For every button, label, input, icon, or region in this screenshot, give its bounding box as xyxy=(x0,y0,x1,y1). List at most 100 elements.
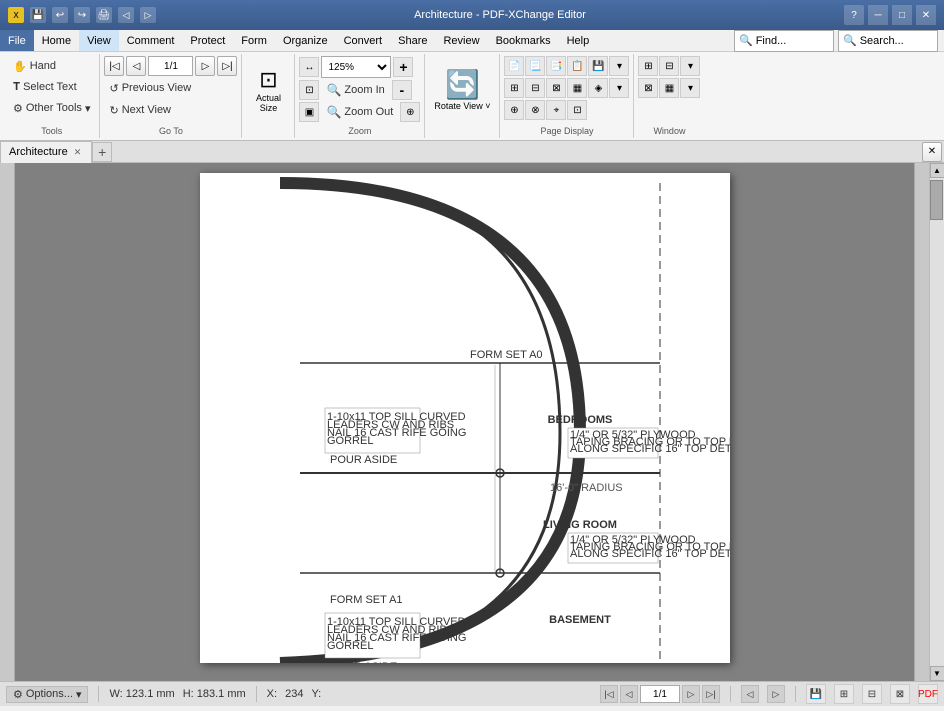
hand-tool-button[interactable]: ✋ Hand xyxy=(8,56,95,76)
help-icon[interactable]: ? xyxy=(844,5,864,25)
status-next-page-btn[interactable]: ▷ xyxy=(682,685,700,703)
actual-size-button[interactable]: ⊡ ActualSize xyxy=(246,56,290,126)
scroll-thumb[interactable] xyxy=(930,180,943,220)
save-icon-btn[interactable]: 💾 xyxy=(588,56,608,76)
other-tools-button[interactable]: ⚙ Other Tools ▾ xyxy=(8,98,95,118)
close-button[interactable]: ✕ xyxy=(916,5,936,25)
minimize-button[interactable]: ─ xyxy=(868,5,888,25)
status-display3-btn[interactable]: ⊠ xyxy=(890,684,910,704)
window-dropdown-btn[interactable]: ▾ xyxy=(680,56,700,76)
display-opt3-btn[interactable]: ⊠ xyxy=(546,78,566,98)
menu-home[interactable]: Home xyxy=(34,30,79,51)
architectural-drawing: BEDROOMS LIVING ROOM BASEMENT 1-10x11 TO… xyxy=(200,173,730,663)
close-doc-button[interactable]: ✕ xyxy=(922,142,942,162)
status-display1-btn[interactable]: ⊞ xyxy=(834,684,854,704)
scroll-up-button[interactable]: ▲ xyxy=(930,163,944,178)
pdf-viewer[interactable]: BEDROOMS LIVING ROOM BASEMENT 1-10x11 TO… xyxy=(15,163,914,681)
window-opt5-btn[interactable]: ▾ xyxy=(680,78,700,98)
rotate-icon: 🔄 xyxy=(445,71,480,99)
select-text-button[interactable]: 𝐓 Select Text xyxy=(8,77,95,97)
status-first-page-btn[interactable]: |◁ xyxy=(600,685,618,703)
continuous-facing-btn[interactable]: 📋 xyxy=(567,56,587,76)
zoom-fit-width-button[interactable]: ↔ xyxy=(299,57,319,77)
menu-help[interactable]: Help xyxy=(559,30,598,51)
menu-protect[interactable]: Protect xyxy=(182,30,233,51)
document-tab-architecture[interactable]: Architecture ✕ xyxy=(0,141,92,163)
zoom-in-icon-btn[interactable]: + xyxy=(393,57,413,77)
facing-pages-btn[interactable]: 📑 xyxy=(546,56,566,76)
menu-review[interactable]: Review xyxy=(435,30,487,51)
svg-text:ALONG SPECIFIC 16" TOP DETAIL: ALONG SPECIFIC 16" TOP DETAIL xyxy=(570,443,730,455)
status-forward-btn[interactable]: ▷ xyxy=(767,685,785,703)
scroll-down-button[interactable]: ▼ xyxy=(930,666,944,681)
display-opt8-btn[interactable]: ⊗ xyxy=(525,100,545,120)
more-display-btn[interactable]: ▾ xyxy=(609,56,629,76)
zoom-out-button[interactable]: 🔍 Zoom Out xyxy=(321,102,398,122)
next-view-button[interactable]: ↻ Next View xyxy=(104,100,237,120)
next-view-label: Next View xyxy=(122,104,171,116)
menu-organize[interactable]: Organize xyxy=(275,30,336,51)
display-opt1-btn[interactable]: ⊞ xyxy=(504,78,524,98)
vertical-scrollbar[interactable]: ▲ ▼ xyxy=(929,163,944,681)
menu-comment[interactable]: Comment xyxy=(119,30,183,51)
menu-form[interactable]: Form xyxy=(233,30,275,51)
quick-access-print[interactable]: 🖨 xyxy=(96,7,112,23)
status-prev-page-btn[interactable]: ◁ xyxy=(620,685,638,703)
menu-file[interactable]: File xyxy=(0,30,34,51)
quick-access-redo[interactable]: ↪ xyxy=(74,7,90,23)
window-opt1-btn[interactable]: ⊞ xyxy=(638,56,658,76)
status-pdf-btn[interactable]: PDF xyxy=(918,684,938,704)
maximize-button[interactable]: □ xyxy=(892,5,912,25)
display-opt5-btn[interactable]: ◈ xyxy=(588,78,608,98)
rotate-view-button[interactable]: 🔄 Rotate View ˅ xyxy=(429,56,495,126)
menu-bookmarks[interactable]: Bookmarks xyxy=(488,30,559,51)
search-box[interactable]: 🔍 Search... xyxy=(838,30,938,52)
status-page-input[interactable] xyxy=(640,685,680,703)
height-display: H: 183.1 mm xyxy=(183,688,246,700)
zoom-out-icon-btn[interactable]: - xyxy=(392,80,412,100)
next-page-arrow[interactable]: ▷ xyxy=(195,56,215,76)
menubar: File Home View Comment Protect Form Orga… xyxy=(0,30,944,52)
continuous-page-btn[interactable]: 📃 xyxy=(525,56,545,76)
menu-convert[interactable]: Convert xyxy=(336,30,391,51)
display-opt6-btn[interactable]: ▾ xyxy=(609,78,629,98)
quick-access-back[interactable]: ◁ xyxy=(118,7,134,23)
menu-share[interactable]: Share xyxy=(390,30,435,51)
page-input[interactable] xyxy=(148,56,193,76)
status-back-btn[interactable]: ◁ xyxy=(741,685,759,703)
zoom-fit-page-button[interactable]: ⊡ xyxy=(299,80,319,100)
display-opt4-btn[interactable]: ▦ xyxy=(567,78,587,98)
ribbon-group-goto: |◁ ◁ ▷ ▷| ↺ Previous View ↻ Next View Go… xyxy=(100,54,242,138)
display-opt10-btn[interactable]: ⊡ xyxy=(567,100,587,120)
window-opt2-btn[interactable]: ⊟ xyxy=(659,56,679,76)
quick-access-forward[interactable]: ▷ xyxy=(140,7,156,23)
status-save-btn[interactable]: 💾 xyxy=(806,684,826,704)
status-last-page-btn[interactable]: ▷| xyxy=(702,685,720,703)
cursor-mode-btn[interactable]: ⌖ xyxy=(546,100,566,120)
last-page-button[interactable]: ▷| xyxy=(217,56,237,76)
ribbon-group-zoom: ↔ 125% 50% 75% 100% 150% 200% + ⊡ 🔍 xyxy=(295,54,425,138)
quick-access-save[interactable]: 💾 xyxy=(30,7,46,23)
status-display2-btn[interactable]: ⊟ xyxy=(862,684,882,704)
window-opt4-btn[interactable]: ▦ xyxy=(659,78,679,98)
zoom-options-btn[interactable]: ⊕ xyxy=(400,102,420,122)
display-opt2-btn[interactable]: ⊟ xyxy=(525,78,545,98)
display-opt7-btn[interactable]: ⊕ xyxy=(504,100,524,120)
first-page-button[interactable]: |◁ xyxy=(104,56,124,76)
menu-view[interactable]: View xyxy=(79,30,119,51)
single-page-btn[interactable]: 📄 xyxy=(504,56,524,76)
prev-view-button[interactable]: ↺ Previous View xyxy=(104,78,237,98)
prev-page-button[interactable]: ◁ xyxy=(126,56,146,76)
close-tab-icon[interactable]: ✕ xyxy=(72,147,84,158)
options-button[interactable]: ⚙ Options... ▾ xyxy=(6,686,88,703)
zoom-in-button[interactable]: 🔍 Zoom In xyxy=(321,80,389,100)
zoom-fit-selection-button[interactable]: ▣ xyxy=(299,102,319,122)
quick-access-undo[interactable]: ↩ xyxy=(52,7,68,23)
svg-text:GORREL: GORREL xyxy=(327,640,373,652)
app-icon: X xyxy=(8,7,24,23)
new-tab-button[interactable]: + xyxy=(92,142,112,162)
zoom-select[interactable]: 125% 50% 75% 100% 150% 200% xyxy=(321,56,391,78)
window-opt3-btn[interactable]: ⊠ xyxy=(638,78,658,98)
statusbar: ⚙ Options... ▾ W: 123.1 mm H: 183.1 mm X… xyxy=(0,681,944,706)
find-box[interactable]: 🔍 Find... xyxy=(734,30,834,52)
